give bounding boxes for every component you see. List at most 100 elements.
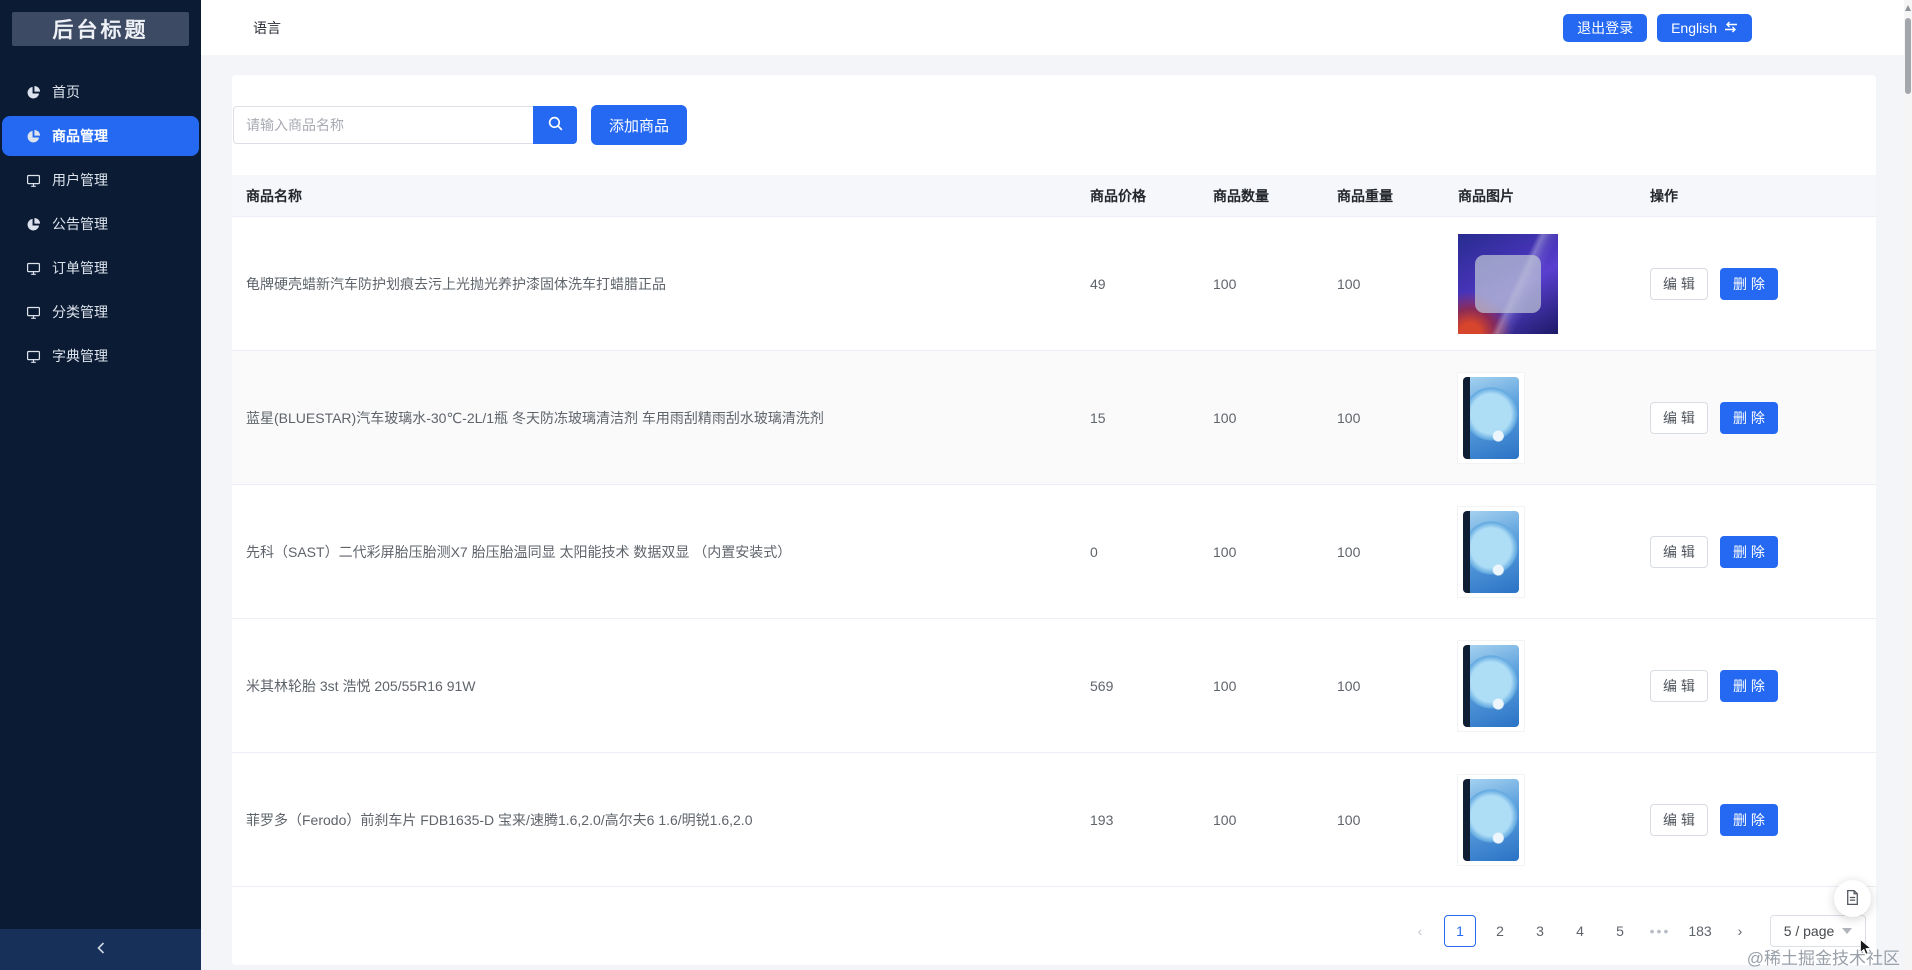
page-button-1[interactable]: 1: [1444, 915, 1476, 947]
add-product-button[interactable]: 添加商品: [591, 105, 688, 145]
product-name: 米其林轮胎 3st 浩悦 205/55R16 91W: [246, 677, 476, 694]
product-quantity: 100: [1213, 409, 1237, 426]
product-quantity: 100: [1213, 677, 1237, 694]
topbar-actions: 退出登录 English: [1563, 13, 1752, 42]
delete-button[interactable]: 删 除: [1720, 267, 1778, 300]
table-header: 商品名称 商品价格 商品数量 商品重量 商品图片 操作: [232, 175, 1876, 217]
search-input[interactable]: [233, 106, 533, 144]
last-page-button[interactable]: 183: [1684, 915, 1716, 947]
table-body: 龟牌硬壳蜡新汽车防护划痕去污上光抛光养护漆固体洗车打蜡腊正品 49 100 10…: [232, 217, 1876, 887]
sidebar-item-label: 用户管理: [52, 172, 108, 188]
products-toolbar: 添加商品: [233, 105, 1876, 145]
delete-button[interactable]: 删 除: [1720, 535, 1778, 568]
top-bar: 语言 退出登录 English: [201, 0, 1912, 55]
next-page-button[interactable]: ›: [1724, 915, 1756, 947]
feedback-widget-button[interactable]: [1834, 880, 1871, 917]
row-actions: 编 辑 删 除: [1636, 669, 1876, 702]
sidebar-item-1[interactable]: 商品管理: [2, 116, 199, 156]
language-menu[interactable]: 语言: [253, 18, 281, 38]
page-button-2[interactable]: 2: [1484, 915, 1516, 947]
product-name: 菲罗多（Ferodo）前刹车片 FDB1635-D 宝来/速腾1.6,2.0/高…: [246, 811, 753, 828]
product-price: 15: [1090, 409, 1106, 426]
admin-page: 后台标题 首页 商品管理 用户管理 公告管理 订单管理 分类管理 字典管理 语言…: [0, 0, 1912, 970]
sidebar-item-label: 字典管理: [52, 348, 108, 364]
table-row: 菲罗多（Ferodo）前刹车片 FDB1635-D 宝来/速腾1.6,2.0/高…: [232, 753, 1876, 887]
mouse-cursor-icon: [1859, 938, 1874, 961]
sidebar-item-label: 公告管理: [52, 216, 108, 232]
column-header: 商品数量: [1213, 187, 1269, 204]
english-button[interactable]: English: [1657, 13, 1752, 42]
delete-button[interactable]: 删 除: [1720, 803, 1778, 836]
product-quantity: 100: [1213, 275, 1237, 292]
scrollbar-up-icon[interactable]: [1905, 5, 1911, 11]
app-title: 后台标题: [12, 12, 189, 46]
english-button-label: English: [1671, 19, 1717, 36]
sidebar-item-4[interactable]: 订单管理: [2, 248, 199, 288]
product-price: 193: [1090, 811, 1114, 828]
sidebar-collapse-button[interactable]: [0, 929, 201, 970]
page-size-select[interactable]: 5 / page: [1770, 915, 1866, 947]
edit-button[interactable]: 编 辑: [1650, 803, 1708, 836]
prev-page-button[interactable]: ‹: [1404, 915, 1436, 947]
sidebar-item-5[interactable]: 分类管理: [2, 292, 199, 332]
row-actions: 编 辑 删 除: [1636, 535, 1876, 568]
column-header: 商品价格: [1090, 187, 1146, 204]
sidebar-item-0[interactable]: 首页: [2, 72, 199, 112]
product-weight: 100: [1337, 543, 1361, 560]
main-area: 语言 退出登录 English 请输入商品名称 添加商品 商品名称 商品价格 商…: [201, 0, 1912, 970]
products-table: 商品名称 商品价格 商品数量 商品重量 商品图片 操作 龟牌硬壳蜡新汽车防护划痕去污上光抛…: [232, 175, 1876, 887]
page-button-4[interactable]: 4: [1564, 915, 1596, 947]
edit-button[interactable]: 编 辑: [1650, 401, 1708, 434]
scrollbar[interactable]: [1904, 0, 1912, 970]
product-price: 569: [1090, 677, 1114, 694]
scrollbar-thumb[interactable]: [1905, 18, 1911, 94]
page-button-3[interactable]: 3: [1524, 915, 1556, 947]
page-button-5[interactable]: 5: [1604, 915, 1636, 947]
product-weight: 100: [1337, 677, 1361, 694]
row-actions: 编 辑 删 除: [1636, 267, 1876, 300]
more-pages-button[interactable]: •••: [1644, 915, 1676, 947]
column-header: 商品重量: [1337, 187, 1393, 204]
sidebar-item-label: 订单管理: [52, 260, 108, 276]
edit-button[interactable]: 编 辑: [1650, 535, 1708, 568]
monitor-icon: [26, 349, 41, 364]
sidebar-item-6[interactable]: 字典管理: [2, 336, 199, 376]
search-group: [233, 106, 577, 144]
row-actions: 编 辑 删 除: [1636, 803, 1876, 836]
product-name: 蓝星(BLUESTAR)汽车玻璃水-30℃-2L/1瓶 冬天防冻玻璃清洁剂 车用…: [246, 409, 824, 426]
monitor-icon: [26, 173, 41, 188]
pie-chart-icon: [26, 217, 41, 232]
product-image: [1457, 639, 1525, 732]
product-quantity: 100: [1213, 811, 1237, 828]
chevron-left-icon: [94, 940, 108, 959]
delete-button[interactable]: 删 除: [1720, 669, 1778, 702]
edit-button[interactable]: 编 辑: [1650, 669, 1708, 702]
table-row: 米其林轮胎 3st 浩悦 205/55R16 91W 569 100 100 编…: [232, 619, 1876, 753]
pagination: ‹ 12345 ••• 183 › 5 / page: [232, 915, 1876, 947]
delete-button[interactable]: 删 除: [1720, 401, 1778, 434]
document-icon: [1844, 889, 1861, 909]
product-name: 龟牌硬壳蜡新汽车防护划痕去污上光抛光养护漆固体洗车打蜡腊正品: [246, 275, 666, 292]
table-row: 龟牌硬壳蜡新汽车防护划痕去污上光抛光养护漆固体洗车打蜡腊正品 49 100 10…: [232, 217, 1876, 351]
search-button[interactable]: [533, 106, 577, 144]
column-header: 商品名称: [246, 187, 302, 204]
product-image: [1457, 773, 1525, 866]
sidebar-menu: 首页 商品管理 用户管理 公告管理 订单管理 分类管理 字典管理: [0, 72, 201, 376]
watermark-text: @稀土掘金技术社区: [1746, 949, 1900, 968]
sidebar-item-3[interactable]: 公告管理: [2, 204, 199, 244]
product-image: [1458, 233, 1558, 334]
product-weight: 100: [1337, 811, 1361, 828]
product-image: [1457, 371, 1525, 464]
edit-button[interactable]: 编 辑: [1650, 267, 1708, 300]
product-price: 49: [1090, 275, 1106, 292]
table-row: 蓝星(BLUESTAR)汽车玻璃水-30℃-2L/1瓶 冬天防冻玻璃清洁剂 车用…: [232, 351, 1876, 485]
pie-chart-icon: [26, 129, 41, 144]
row-actions: 编 辑 删 除: [1636, 401, 1876, 434]
logout-button[interactable]: 退出登录: [1563, 13, 1648, 42]
product-weight: 100: [1337, 275, 1361, 292]
watermark: @稀土掘金技术社区: [1746, 938, 1900, 969]
pie-chart-icon: [26, 85, 41, 100]
products-card: 添加商品 商品名称 商品价格 商品数量 商品重量 商品图片 操作 龟牌硬壳蜡新汽车防护划痕…: [232, 75, 1876, 965]
sidebar-item-2[interactable]: 用户管理: [2, 160, 199, 200]
product-image: [1457, 505, 1525, 598]
